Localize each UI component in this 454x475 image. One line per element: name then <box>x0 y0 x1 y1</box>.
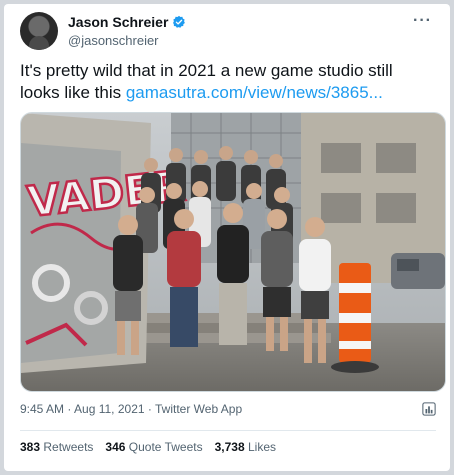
tweet-link[interactable]: gamasutra.com/view/news/3865... <box>126 83 383 102</box>
tweet-photo[interactable]: VADER <box>20 112 446 392</box>
tweet-stats: 383 Retweets 346 Quote Tweets 3,738 Like… <box>20 440 276 454</box>
tweet-card: Jason Schreier @jasonschreier ··· It's p… <box>4 4 450 471</box>
likes-stat[interactable]: 3,738 Likes <box>215 440 276 454</box>
author-name[interactable]: Jason Schreier <box>68 14 168 30</box>
tweet-timestamp[interactable]: 9:45 AM · Aug 11, 2021 · Twitter Web App <box>20 402 242 416</box>
studio-team-photo: VADER <box>21 113 445 391</box>
avatar[interactable] <box>20 12 58 50</box>
tweet-text: It's pretty wild that in 2021 a new game… <box>20 60 436 104</box>
quote-tweets-stat[interactable]: 346 Quote Tweets <box>105 440 202 454</box>
divider <box>20 430 436 431</box>
more-icon[interactable]: ··· <box>413 12 432 30</box>
author-name-row[interactable]: Jason Schreier <box>68 14 186 30</box>
tweet-header: Jason Schreier @jasonschreier ··· <box>20 12 438 52</box>
analytics-icon[interactable] <box>422 402 436 416</box>
verified-badge-icon <box>173 15 186 28</box>
author-handle[interactable]: @jasonschreier <box>68 33 159 48</box>
retweets-stat[interactable]: 383 Retweets <box>20 440 93 454</box>
